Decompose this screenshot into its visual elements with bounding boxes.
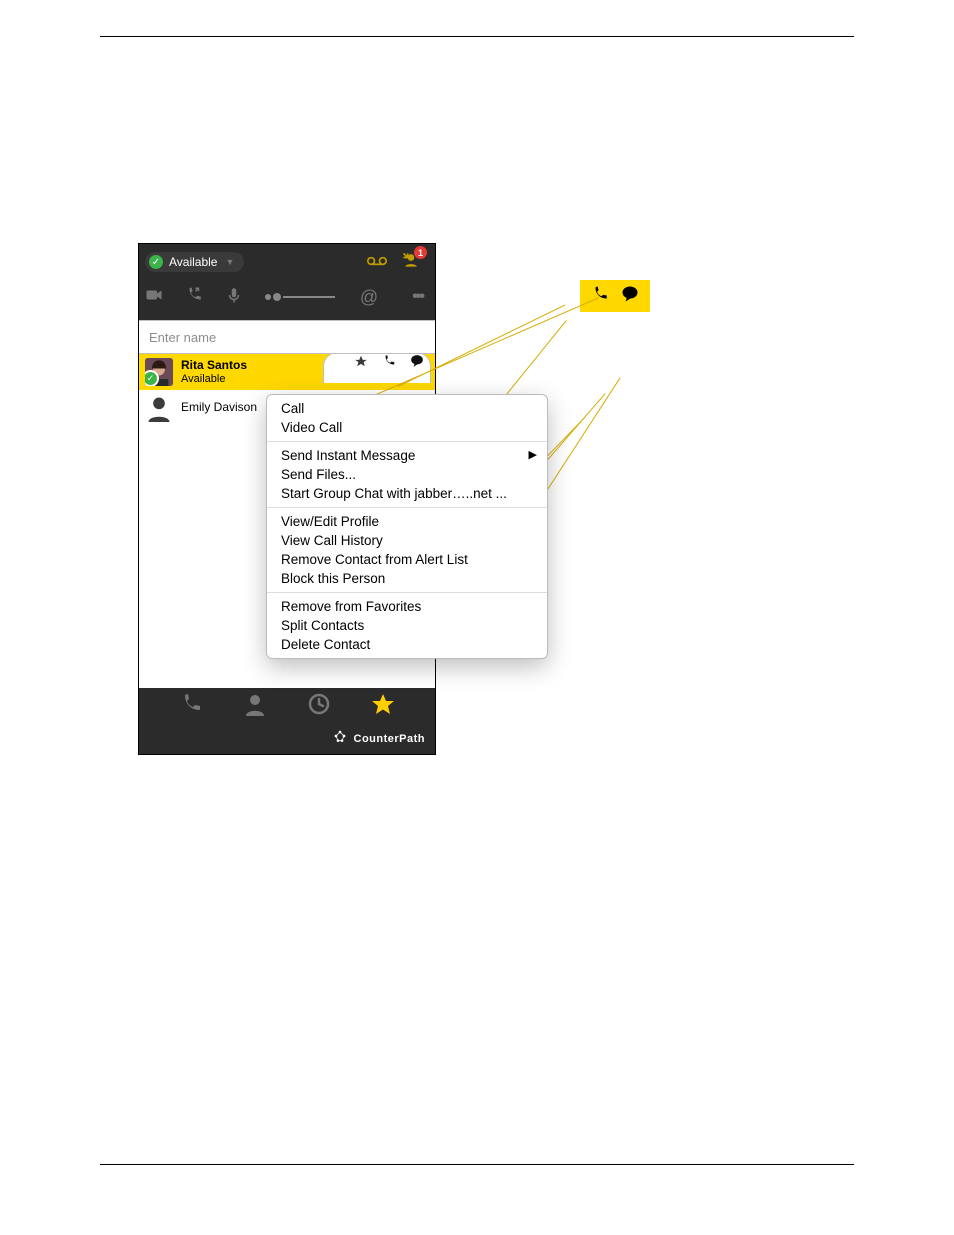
contact-status: Available (181, 373, 247, 385)
phone-icon (591, 285, 609, 308)
nav-dialer-icon[interactable] (179, 692, 203, 721)
call-transfer-icon[interactable] (185, 286, 203, 309)
contact-text: Rita Santos Available (181, 359, 247, 384)
call-action-icon[interactable] (382, 354, 396, 373)
volume-slider[interactable] (265, 293, 335, 301)
nav-history-icon[interactable] (307, 692, 331, 721)
menu-send-im[interactable]: Send Instant Message ▶ (267, 446, 547, 465)
missed-call-badge: 1 (414, 246, 427, 259)
nav-favorites-icon[interactable] (371, 692, 395, 721)
video-icon[interactable] (145, 286, 163, 309)
slider-track-icon (283, 296, 335, 298)
contact-row-selected[interactable]: ✓ Rita Santos Available (139, 354, 435, 390)
more-icon[interactable]: ••• (412, 288, 423, 306)
menu-separator (267, 441, 547, 442)
nav-contacts-icon[interactable] (243, 692, 267, 721)
menu-start-group-chat[interactable]: Start Group Chat with jabber…..net ... (267, 484, 547, 503)
bottom-nav: CounterPath (139, 686, 435, 754)
contact-name: Rita Santos (181, 359, 247, 372)
mention-icon[interactable]: @ (360, 287, 378, 308)
page-bottom-rule (100, 1164, 854, 1165)
mute-icon[interactable] (225, 286, 243, 309)
presence-label: Available (169, 255, 217, 269)
media-toolbar: @ ••• (145, 284, 429, 310)
chevron-right-icon: ▶ (529, 446, 537, 465)
menu-view-edit-profile[interactable]: View/Edit Profile (267, 512, 547, 531)
menu-delete-contact[interactable]: Delete Contact (267, 635, 547, 654)
menu-video-call[interactable]: Video Call (267, 418, 547, 437)
menu-separator (267, 592, 547, 593)
chevron-down-icon: ▼ (225, 257, 234, 267)
menu-item-label: Send Instant Message (281, 446, 415, 465)
menu-send-files[interactable]: Send Files... (267, 465, 547, 484)
menu-separator (267, 507, 547, 508)
slider-handle-icon (273, 293, 281, 301)
avatar: ✓ (145, 358, 173, 386)
presence-selector[interactable]: ✓ Available ▼ (145, 252, 244, 272)
top-bar: ✓ Available ▼ 1 (139, 244, 435, 320)
missed-call-icon[interactable]: 1 (401, 250, 421, 275)
voicemail-icon[interactable] (367, 254, 387, 270)
contact-name: Emily Davison (181, 401, 257, 414)
search-bar (139, 320, 435, 354)
chat-action-icon[interactable] (410, 354, 424, 373)
presence-badge-icon: ✓ (145, 370, 159, 386)
menu-remove-favorite[interactable]: Remove from Favorites (267, 597, 547, 616)
search-input[interactable] (139, 330, 435, 345)
menu-block-person[interactable]: Block this Person (267, 569, 547, 588)
menu-view-call-history[interactable]: View Call History (267, 531, 547, 550)
menu-remove-alert[interactable]: Remove Contact from Alert List (267, 550, 547, 569)
contact-text: Emily Davison (181, 401, 257, 414)
slider-dot-icon (265, 294, 271, 300)
callout-action-icons (580, 280, 650, 312)
presence-available-icon: ✓ (149, 255, 163, 269)
brand-name: CounterPath (354, 733, 426, 745)
brand-logo-icon (332, 728, 348, 749)
favorite-toggle-icon[interactable] (354, 354, 368, 373)
avatar-placeholder-icon (145, 394, 173, 422)
menu-call[interactable]: Call (267, 399, 547, 418)
chat-icon (621, 285, 639, 308)
brand-row: CounterPath (139, 727, 435, 754)
contact-context-menu: Call Video Call Send Instant Message ▶ S… (266, 394, 548, 659)
page-top-rule (100, 36, 854, 37)
menu-split-contacts[interactable]: Split Contacts (267, 616, 547, 635)
